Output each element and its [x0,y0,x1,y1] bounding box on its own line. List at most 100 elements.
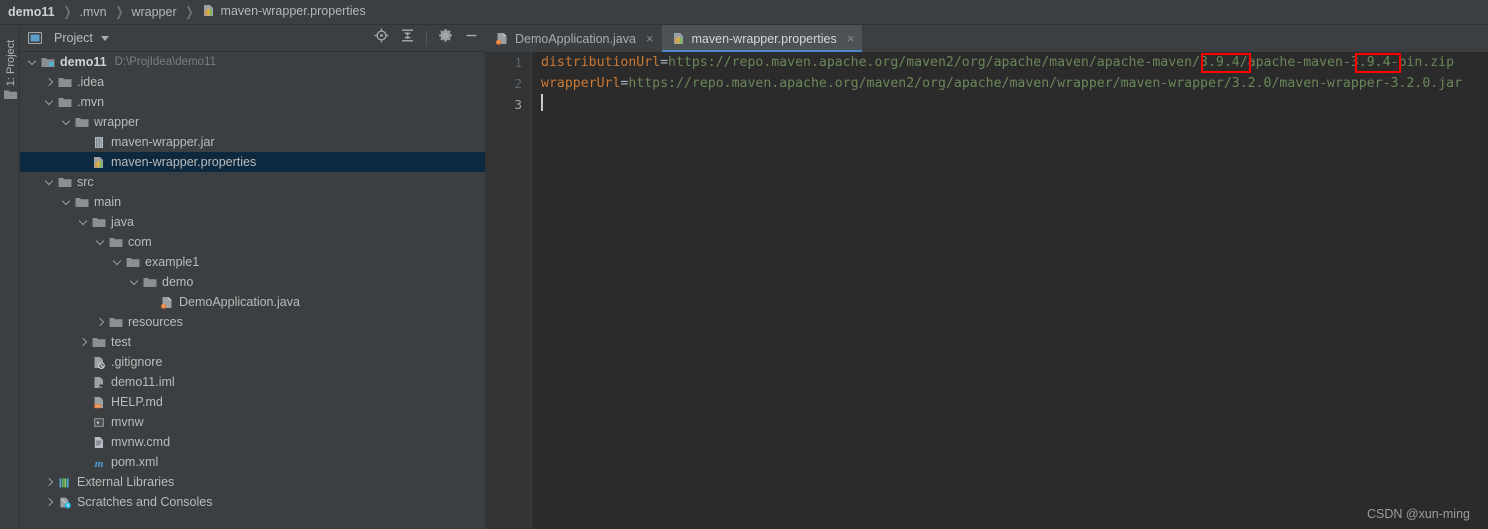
breadcrumb-item-wrapper[interactable]: wrapper [131,5,176,19]
code-editor[interactable]: 123 distributionUrl= https://repo.maven.a… [485,52,1488,529]
close-icon[interactable]: × [646,31,654,46]
folder-icon [109,236,123,249]
breadcrumb-separator: ❯ [62,4,72,19]
tree-row[interactable]: mvnw.cmd [20,432,485,452]
settings-gear-icon[interactable] [438,28,453,48]
property-key: wrapperUrl [541,76,621,91]
chevron-down-icon[interactable] [28,58,37,67]
tree-row[interactable]: java [20,212,485,232]
tree-row-label: demo11 [60,55,107,69]
tree-row[interactable]: demo11.iml [20,372,485,392]
tree-row[interactable]: demo [20,272,485,292]
project-panel-header: Project [20,25,485,52]
tree-row[interactable]: maven-wrapper.jar [20,132,485,152]
properties-file-icon [672,32,686,45]
line-number-gutter: 1 2 3 [485,52,532,529]
tree-row[interactable]: mvnw [20,412,485,432]
chevron-down-icon[interactable] [96,238,105,247]
properties-file-icon [92,156,106,169]
close-icon[interactable]: × [847,31,855,46]
tree-row[interactable]: src [20,172,485,192]
tree-row-label: example1 [145,255,200,269]
property-value: https://repo.maven.apache.org/maven2/org… [628,76,1463,91]
jar-file-icon [92,136,106,149]
chevron-right-icon[interactable] [45,498,54,507]
code-content[interactable]: distributionUrl= https://repo.maven.apach… [541,52,1462,115]
editor-area: DemoApplication.java × maven-wrapper.prope… [485,25,1488,529]
tree-row-label: .gitignore [111,355,163,369]
tree-row[interactable]: main [20,192,485,212]
breadcrumb: demo11 ❯ .mvn ❯ wrapper ❯ maven-wrapper.proper… [0,0,1488,25]
tree-row-label: maven-wrapper.properties [111,155,257,169]
cmd-file-icon [92,436,106,449]
tree-row-label: pom.xml [111,455,159,469]
idea-window: demo11 ❯ .mvn ❯ wrapper ❯ maven-wrapper.proper… [0,0,1488,529]
tree-row-label: java [111,215,134,229]
tree-row[interactable]: demo11 D:\ProjIdea\demo11 [20,52,485,72]
project-panel: Project demo11 D:\ProjIdea\demo11 .idea … [20,25,485,529]
script-file-icon [92,416,106,429]
folder-icon [143,276,157,289]
tree-row[interactable]: <> HELP.md [20,392,485,412]
locate-icon[interactable] [374,28,389,48]
breadcrumb-item-demo11[interactable]: demo11 [8,5,55,19]
property-key: distributionUrl [541,55,661,70]
tree-row-label: wrapper [94,115,140,129]
tree-row[interactable]: maven-wrapper.properties [20,152,485,172]
chevron-down-icon[interactable] [100,35,109,41]
tree-row-path: D:\ProjIdea\demo11 [114,56,216,68]
java-class-icon [160,296,174,309]
iml-file-icon [92,376,106,389]
tree-row-label: mvnw.cmd [111,435,171,449]
breadcrumb-item--mvn[interactable]: .mvn [79,5,106,19]
editor-tab-maven-wrapper-properties[interactable]: maven-wrapper.properties × [661,25,863,52]
tree-row[interactable]: .mvn [20,92,485,112]
watermark: CSDN @xun-ming [1367,507,1470,521]
tree-row[interactable]: DemoApplication.java [20,292,485,312]
property-separator: = [660,55,669,70]
tree-row[interactable]: .idea [20,72,485,92]
breadcrumb-label: .mvn [79,5,107,19]
chevron-down-icon[interactable] [45,178,54,187]
tree-row-label: demo [162,275,194,289]
chevron-down-icon[interactable] [45,98,54,107]
chevron-down-icon[interactable] [130,278,139,287]
chevron-right-icon[interactable] [79,338,88,347]
tree-row[interactable]: m pom.xml [20,452,485,472]
breadcrumb-item-maven-wrapper-properties[interactable]: maven-wrapper.properties [202,4,366,20]
tool-window-stripe-left: 1: Project [0,25,20,529]
tree-row[interactable]: resources [20,312,485,332]
tree-row-label: maven-wrapper.jar [111,135,215,149]
chevron-right-icon[interactable] [45,478,54,487]
tree-row[interactable]: .gitignore [20,352,485,372]
chevron-down-icon[interactable] [62,118,71,127]
collapse-all-icon[interactable] [400,28,415,48]
line-number: 2 [514,76,522,91]
tree-row-label: com [128,235,152,249]
svg-text:m: m [95,458,104,469]
folder-icon [58,176,72,189]
editor-tab-demoapplication-java[interactable]: DemoApplication.java × [485,25,662,52]
chevron-down-icon[interactable] [62,198,71,207]
tree-row[interactable]: example1 [20,252,485,272]
tree-row[interactable]: wrapper [20,112,485,132]
project-tree[interactable]: demo11 D:\ProjIdea\demo11 .idea .mvn wrapper… [20,52,485,529]
chevron-down-icon[interactable] [113,258,122,267]
tree-row[interactable]: Scratches and Consoles [20,492,485,512]
chevron-right-icon[interactable] [96,318,105,327]
chevron-right-icon[interactable] [45,78,54,87]
external-libraries-icon [58,476,72,489]
line-number: 1 [514,55,522,70]
tree-row[interactable]: com [20,232,485,252]
folder-icon [92,216,106,229]
tree-row[interactable]: External Libraries [20,472,485,492]
markdown-file-icon: <> [92,396,106,409]
gitignore-file-icon [92,356,106,369]
chevron-down-icon[interactable] [79,218,88,227]
hide-panel-icon[interactable] [464,28,479,48]
project-window-icon [28,32,42,44]
tree-row[interactable]: test [20,332,485,352]
